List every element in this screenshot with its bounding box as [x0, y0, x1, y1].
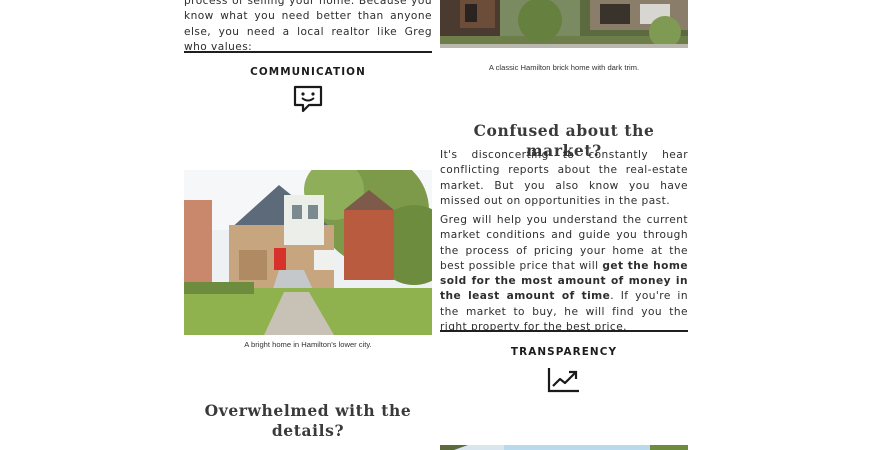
divider-communication	[184, 51, 432, 53]
brick-home-photo	[440, 0, 688, 48]
bright-home-photo	[184, 170, 432, 335]
details-heading: Overwhelmed with the details?	[204, 401, 412, 440]
market-paragraph-2: Greg will help you understand the curren…	[440, 213, 688, 335]
photo-caption-bright-home: A bright home in Hamilton's lower city.	[244, 340, 372, 349]
chat-bubble-smile-icon	[292, 84, 324, 118]
photo-caption-brick-home: A classic Hamilton brick home with dark …	[488, 63, 640, 72]
value-heading-transparency: TRANSPARENCY	[510, 346, 618, 358]
intro-paragraph: process of selling your home. Because yo…	[184, 0, 432, 53]
market-paragraph-1: It's disconcerting to constantly hear co…	[440, 149, 688, 207]
trending-up-chart-icon	[547, 366, 581, 398]
value-heading-communication: COMMUNICATION	[250, 66, 366, 78]
bottom-photo	[440, 440, 688, 450]
divider-transparency	[440, 330, 688, 332]
